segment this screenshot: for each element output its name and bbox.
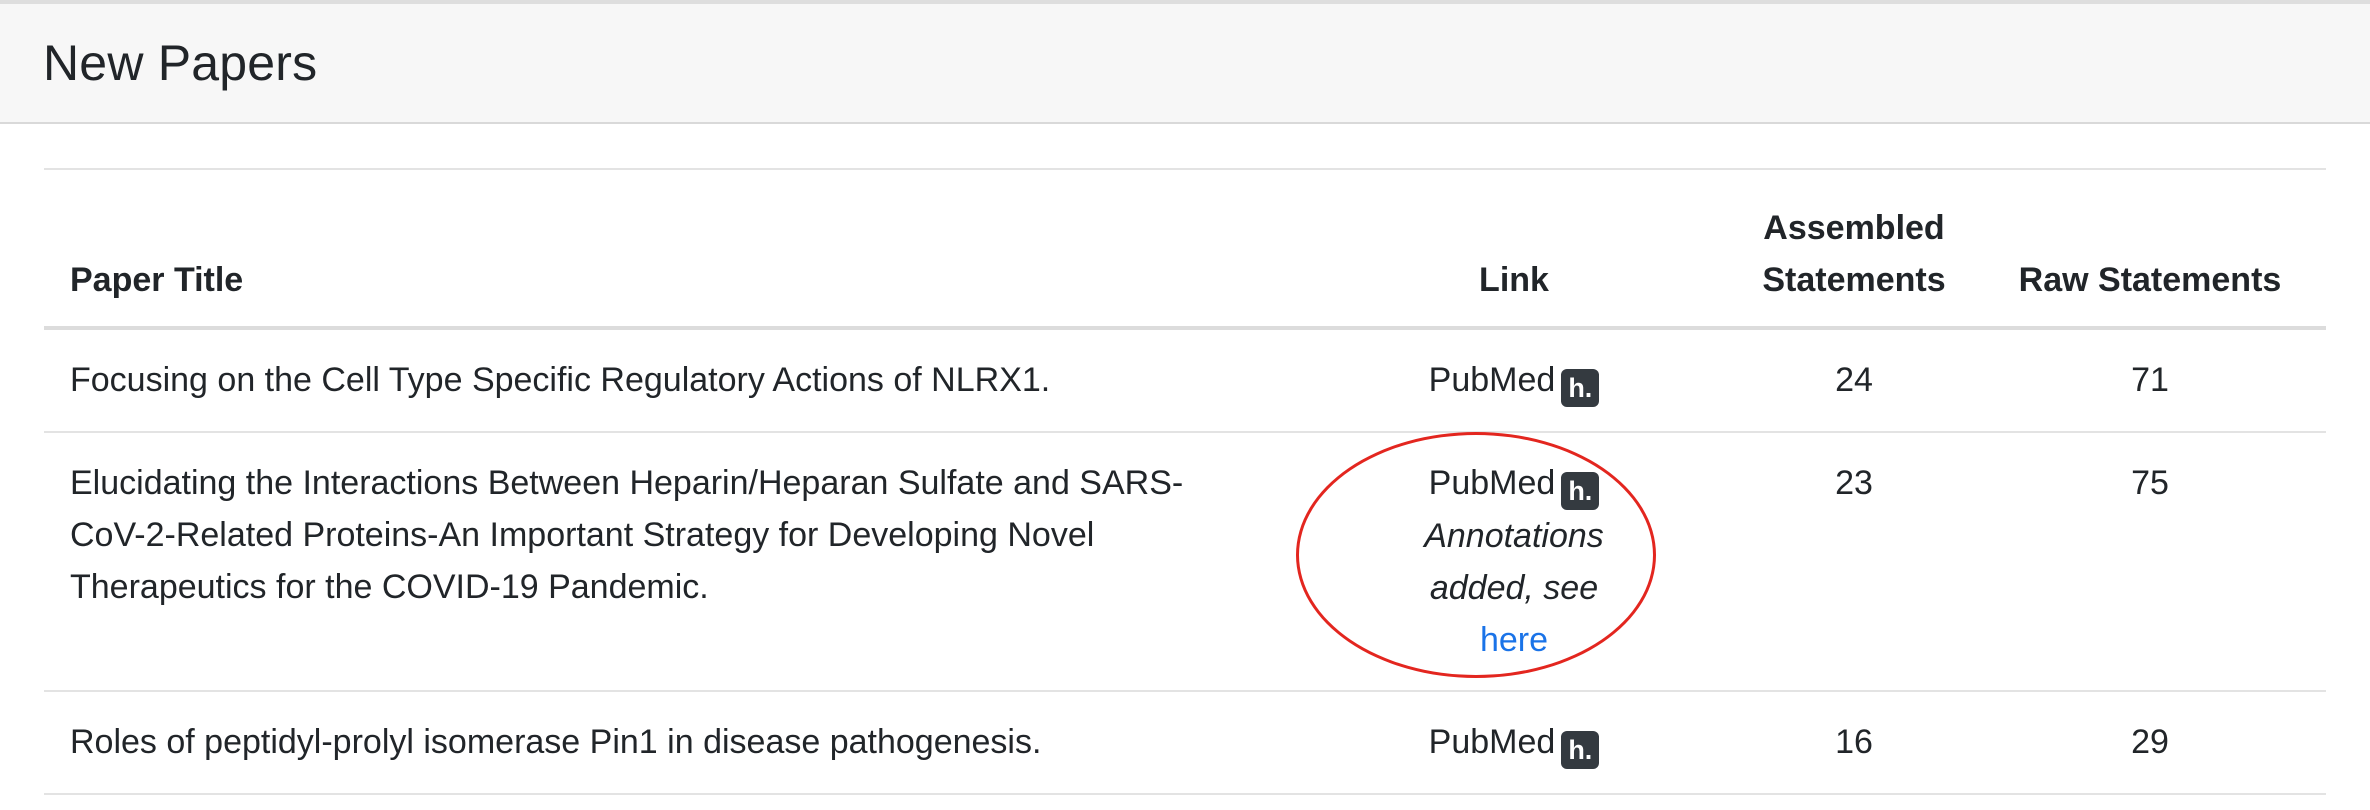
papers-table: Paper Title Link Assembled Statements Ra… bbox=[44, 170, 2326, 795]
card-header: New Papers bbox=[0, 0, 2370, 124]
column-header-paper-title: Paper Title bbox=[44, 170, 1294, 330]
annotations-note: Annotations added, see bbox=[1414, 510, 1614, 614]
table-row: Elucidating the Interactions Between Hep… bbox=[44, 432, 2326, 692]
assembled-statements-count: 16 bbox=[1734, 691, 1974, 795]
page-title: New Papers bbox=[43, 35, 318, 91]
column-header-link: Link bbox=[1294, 170, 1734, 330]
pubmed-link[interactable]: PubMed bbox=[1429, 723, 1556, 761]
hypothesis-icon[interactable]: h. bbox=[1561, 472, 1600, 510]
assembled-statements-count: 24 bbox=[1734, 328, 1974, 433]
paper-title-cell: Focusing on the Cell Type Specific Regul… bbox=[44, 328, 1294, 433]
table-row: Focusing on the Cell Type Specific Regul… bbox=[44, 328, 2326, 433]
column-header-assembled-line1: Assembled bbox=[1763, 209, 1945, 247]
link-cell: PubMed h. bbox=[1294, 691, 1734, 795]
pubmed-link[interactable]: PubMed bbox=[1429, 361, 1556, 399]
paper-title-cell: Elucidating the Interactions Between Hep… bbox=[44, 432, 1294, 692]
column-header-raw-statements: Raw Statements bbox=[1974, 170, 2326, 330]
raw-statements-count: 71 bbox=[1974, 328, 2326, 433]
hypothesis-icon[interactable]: h. bbox=[1561, 369, 1600, 407]
table-row: Roles of peptidyl-prolyl isomerase Pin1 … bbox=[44, 691, 2326, 795]
annotations-note-text: Annotations added, see bbox=[1424, 517, 1604, 607]
link-cell: PubMed h. Annotations added, see here bbox=[1294, 432, 1734, 692]
pubmed-link[interactable]: PubMed bbox=[1429, 464, 1556, 502]
link-cell: PubMed h. bbox=[1294, 328, 1734, 433]
table-header-row: Paper Title Link Assembled Statements Ra… bbox=[44, 170, 2326, 330]
assembled-statements-count: 23 bbox=[1734, 432, 1974, 692]
raw-statements-count: 29 bbox=[1974, 691, 2326, 795]
raw-statements-count: 75 bbox=[1974, 432, 2326, 692]
paper-title-text: Elucidating the Interactions Between Hep… bbox=[70, 464, 1184, 606]
hypothesis-icon[interactable]: h. bbox=[1561, 731, 1600, 769]
annotations-here-link[interactable]: here bbox=[1294, 614, 1734, 666]
column-header-assembled-statements: Assembled Statements bbox=[1734, 170, 1974, 330]
paper-title-cell: Roles of peptidyl-prolyl isomerase Pin1 … bbox=[44, 691, 1294, 795]
column-header-assembled-line2: Statements bbox=[1762, 261, 1946, 299]
